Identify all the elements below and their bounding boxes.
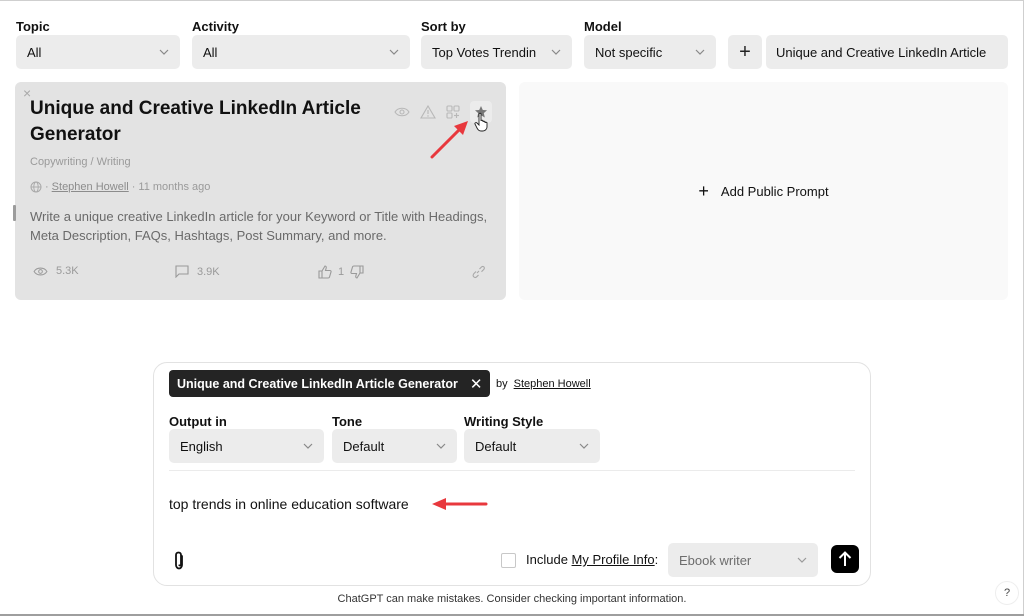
sort-by-label: Sort by	[421, 19, 466, 34]
copy-link-button[interactable]	[471, 265, 485, 279]
profile-select-value: Ebook writer	[679, 552, 752, 568]
resize-handle[interactable]	[13, 205, 16, 221]
add-to-list-icon[interactable]	[446, 105, 460, 119]
prompt-stats: 5.3K 3.9K 1	[33, 265, 493, 285]
plus-icon: +	[698, 181, 709, 201]
comments-stat: 3.9K	[175, 265, 220, 278]
tone-value: Default	[343, 438, 385, 454]
output-in-label: Output in	[169, 414, 227, 429]
include-profile-checkbox[interactable]	[501, 553, 516, 568]
disclaimer: ChatGPT can make mistakes. Consider chec…	[337, 593, 687, 605]
views-count: 5.3K	[56, 265, 79, 277]
prompt-description: Write a unique creative LinkedIn article…	[30, 209, 488, 243]
chevron-down-icon	[551, 47, 561, 57]
thumbs-up-icon[interactable]	[318, 265, 332, 279]
prompt-title[interactable]: Unique and Creative LinkedIn Article Gen…	[30, 96, 370, 148]
topic-label: Topic	[16, 19, 50, 34]
writing-style-value: Default	[475, 438, 517, 454]
topic-value: All	[27, 44, 42, 60]
output-language-value: English	[180, 438, 223, 454]
help-button[interactable]: ?	[995, 581, 1019, 605]
chevron-down-icon	[579, 441, 589, 451]
chevron-down-icon	[303, 441, 313, 451]
add-prompt-button[interactable]: +	[728, 35, 762, 69]
tone-select[interactable]: Default	[332, 429, 457, 463]
selected-prompt-title: Unique and Creative LinkedIn Article Gen…	[177, 376, 458, 391]
send-button[interactable]	[831, 545, 859, 573]
chevron-down-icon	[159, 47, 169, 57]
by-label: by	[496, 378, 508, 390]
author-link[interactable]: Stephen Howell	[52, 181, 129, 193]
card-actions	[394, 101, 492, 123]
selected-prompt-chip: Unique and Creative LinkedIn Article Gen…	[169, 370, 491, 397]
chevron-down-icon	[695, 47, 705, 57]
votes-count: 1	[338, 266, 345, 278]
meta-separator: ·	[131, 181, 136, 193]
arrow-up-icon	[838, 551, 852, 567]
chevron-down-icon	[436, 441, 446, 451]
model-select[interactable]: Not specific	[584, 35, 716, 69]
include-text: Include	[526, 552, 568, 567]
eye-icon	[33, 266, 48, 277]
include-profile-label: Include My Profile Info:	[526, 552, 658, 567]
activity-select[interactable]: All	[192, 35, 410, 69]
divider	[169, 470, 855, 471]
chevron-down-icon	[797, 555, 807, 565]
prompt-card[interactable]: × Unique and Creative LinkedIn Article G…	[15, 82, 506, 300]
add-public-prompt-label: Add Public Prompt	[720, 183, 829, 199]
add-public-prompt-button[interactable]: + Add Public Prompt	[519, 82, 1008, 300]
meta-separator: ·	[45, 181, 49, 193]
sort-by-value: Top Votes Trendin	[432, 44, 537, 60]
attach-file-icon[interactable]	[172, 551, 186, 576]
eye-icon[interactable]	[394, 106, 410, 118]
globe-icon	[30, 181, 42, 193]
search-input[interactable]: Unique and Creative LinkedIn Article	[766, 35, 1008, 69]
link-icon	[471, 265, 485, 279]
compose-panel: Unique and Creative LinkedIn Article Gen…	[153, 362, 871, 586]
activity-value: All	[203, 44, 218, 60]
sort-by-select[interactable]: Top Votes Trendin	[421, 35, 572, 69]
warning-icon[interactable]	[420, 105, 436, 119]
prompt-age: 11 months ago	[138, 181, 211, 193]
author-link[interactable]: Stephen Howell	[514, 378, 591, 390]
views-stat: 5.3K	[33, 265, 79, 277]
colon: :	[654, 552, 659, 567]
activity-label: Activity	[192, 19, 239, 34]
star-icon	[474, 105, 488, 119]
prompt-category: Copywriting / Writing	[30, 156, 131, 168]
my-profile-info-link[interactable]: My Profile Info	[572, 552, 655, 567]
writing-style-select[interactable]: Default	[464, 429, 600, 463]
profile-select[interactable]: Ebook writer	[668, 543, 818, 577]
output-language-select[interactable]: English	[169, 429, 324, 463]
topic-select[interactable]: All	[16, 35, 180, 69]
model-value: Not specific	[595, 44, 663, 60]
comments-count: 3.9K	[197, 265, 220, 278]
votes-stat: 1	[318, 265, 364, 279]
writing-style-label: Writing Style	[464, 414, 544, 429]
comment-icon	[175, 265, 189, 278]
favorite-button[interactable]	[470, 101, 492, 123]
prompt-input[interactable]: top trends in online education software	[169, 496, 409, 512]
tone-label: Tone	[332, 414, 363, 429]
close-icon[interactable]: ✕	[470, 375, 483, 393]
prompt-author: by Stephen Howell	[496, 378, 591, 390]
chevron-down-icon	[389, 47, 399, 57]
thumbs-down-icon[interactable]	[350, 265, 364, 279]
model-label: Model	[584, 19, 622, 34]
prompt-meta: · Stephen Howell · 11 months ago	[30, 181, 210, 193]
